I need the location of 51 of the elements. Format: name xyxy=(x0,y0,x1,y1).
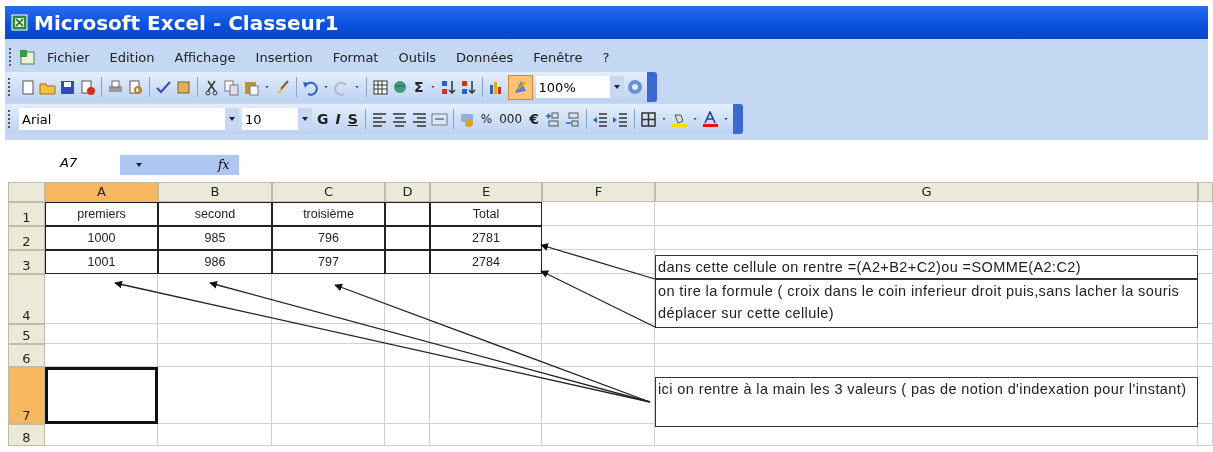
column-header[interactable]: C xyxy=(272,182,385,202)
menu-item[interactable]: ? xyxy=(593,49,619,65)
menu-item[interactable]: Fichier xyxy=(38,49,99,65)
table-cell: 2781 xyxy=(430,226,542,250)
table-cell: Total xyxy=(430,202,542,226)
table-cell: premiers xyxy=(45,202,158,226)
column-header[interactable]: F xyxy=(542,182,655,202)
table-cell: second xyxy=(158,202,272,226)
table-cell: 797 xyxy=(272,250,385,274)
callout-text: on tire la formule ( croix dans le coin inferieur droit puis,sans lacher la souris déplacer sur cette cellule) xyxy=(658,283,1180,321)
table-cell: 985 xyxy=(158,226,272,250)
function-button[interactable]: fx xyxy=(218,158,230,172)
row-header[interactable]: 1 xyxy=(8,202,45,226)
row-header[interactable]: 3 xyxy=(8,250,45,274)
table-cell: troisième xyxy=(272,202,385,226)
column-header[interactable]: D xyxy=(385,182,430,202)
italic-button[interactable]: I xyxy=(333,111,343,127)
table-cell: 986 xyxy=(158,250,272,274)
underline-button[interactable]: S xyxy=(345,111,360,127)
menu-item[interactable]: Outils xyxy=(389,49,446,65)
column-header[interactable]: B xyxy=(158,182,272,202)
table-cell: 1001 xyxy=(45,250,158,274)
row-header[interactable]: 7 xyxy=(8,367,45,424)
row-header[interactable]: 6 xyxy=(8,344,45,367)
menu-item[interactable]: Format xyxy=(323,49,388,65)
bold-button[interactable]: G xyxy=(315,111,331,127)
column-header[interactable]: E xyxy=(430,182,542,202)
font-dropdown[interactable]: Arial xyxy=(19,108,239,130)
table-cell: 796 xyxy=(272,226,385,250)
row-header[interactable]: 4 xyxy=(8,274,45,324)
sum-button[interactable]: Σ xyxy=(412,79,426,95)
column-header[interactable]: A xyxy=(45,182,158,202)
row-header[interactable]: 8 xyxy=(8,424,45,446)
zoom-dropdown[interactable]: 100% xyxy=(535,76,624,98)
menu-item[interactable]: Fenêtre xyxy=(524,49,592,65)
menu-item[interactable]: Insertion xyxy=(246,49,322,65)
font-size-dropdown[interactable]: 10 xyxy=(242,108,312,130)
euro-button[interactable]: € xyxy=(527,111,541,127)
menu-item[interactable]: Données xyxy=(447,49,523,65)
row-header[interactable]: 5 xyxy=(8,324,45,344)
table-cell: 1000 xyxy=(45,226,158,250)
percent-button[interactable]: % xyxy=(478,112,495,126)
column-header[interactable]: G xyxy=(655,182,1198,202)
menu-item[interactable]: Edition xyxy=(100,49,164,65)
callout-text: ici on rentre à la main les 3 valeurs ( pas de notion d'indexation pour l'instant) xyxy=(658,381,1187,397)
window-title: Microsoft Excel - Classeur1 xyxy=(34,10,339,35)
menu-item[interactable]: Affichage xyxy=(165,49,245,65)
thousands-button[interactable]: 000 xyxy=(497,112,525,126)
callout-text: dans cette cellule on rentre =(A2+B2+C2)ou =SOMME(A2:C2) xyxy=(658,259,1081,275)
table-cell: 2784 xyxy=(430,250,542,274)
row-header[interactable]: 2 xyxy=(8,226,45,250)
